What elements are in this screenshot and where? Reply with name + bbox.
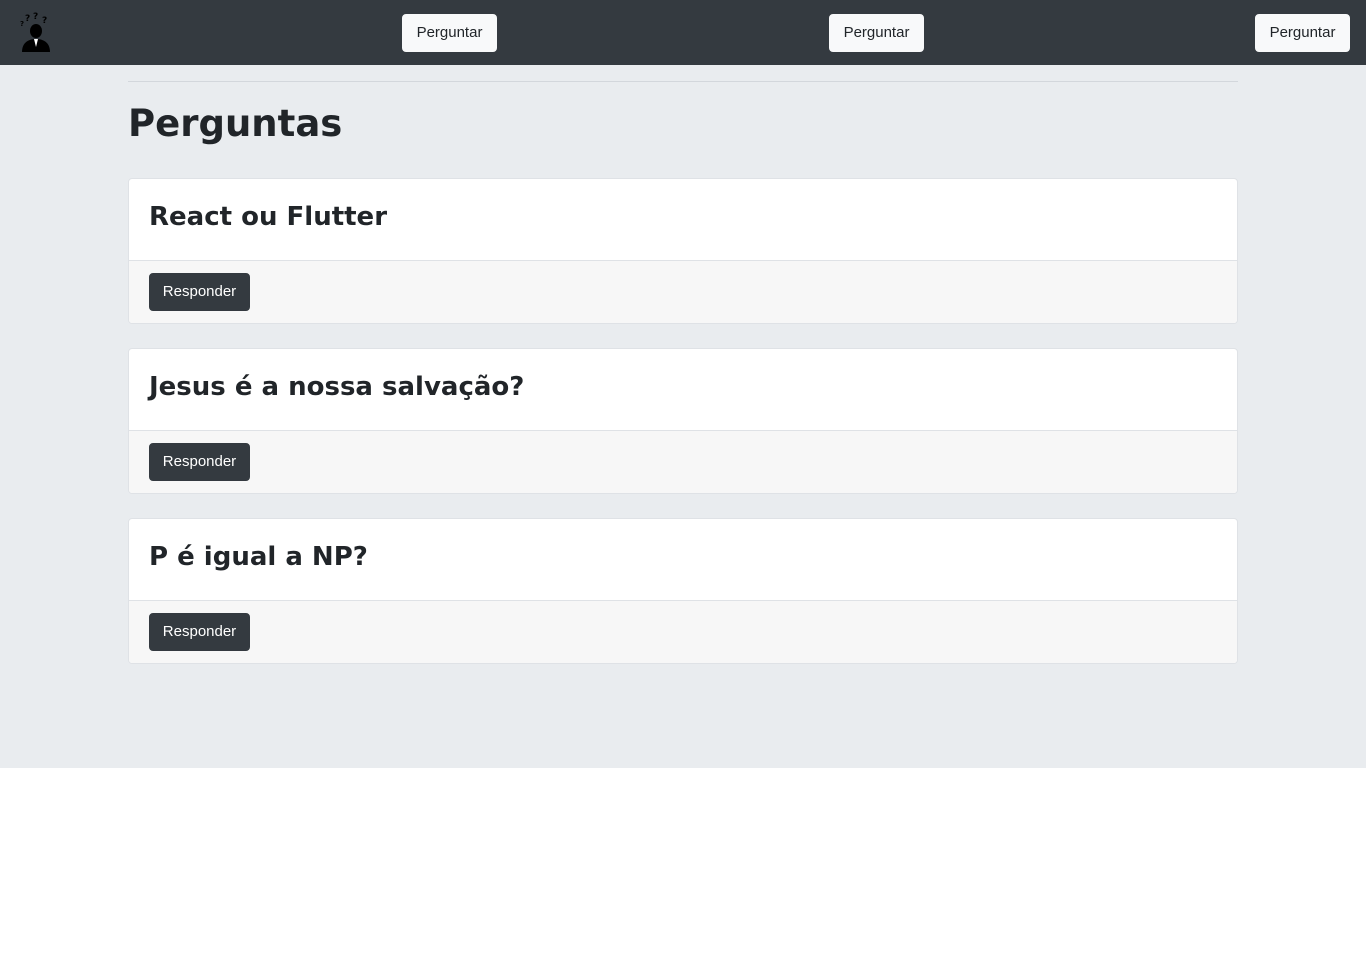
answer-button[interactable]: Responder: [149, 273, 250, 311]
svg-text:?: ?: [25, 14, 30, 24]
page-title: Perguntas: [128, 102, 343, 145]
question-card: Jesus é a nossa salvação? Responder: [128, 348, 1238, 494]
question-card-body: React ou Flutter: [129, 179, 1237, 260]
questions-section: Perguntas React ou Flutter Responder Jes…: [0, 65, 1366, 768]
answer-button[interactable]: Responder: [149, 613, 250, 651]
question-card: P é igual a NP? Responder: [128, 518, 1238, 664]
svg-text:?: ?: [42, 16, 47, 26]
question-card-body: P é igual a NP?: [129, 519, 1237, 600]
question-title: Jesus é a nossa salvação?: [149, 372, 525, 402]
question-card-footer: Responder: [129, 260, 1237, 323]
divider: [128, 81, 1238, 82]
svg-text:?: ?: [20, 20, 24, 28]
answer-button[interactable]: Responder: [149, 443, 250, 481]
question-card-footer: Responder: [129, 600, 1237, 663]
ask-button-2[interactable]: Perguntar: [829, 14, 924, 52]
navbar: ? ? ? ? Perguntar Perguntar Perguntar: [0, 0, 1366, 65]
ask-button-3[interactable]: Perguntar: [1255, 14, 1350, 52]
question-card-footer: Responder: [129, 430, 1237, 493]
question-title: React ou Flutter: [149, 202, 388, 232]
question-title: P é igual a NP?: [149, 542, 368, 572]
ask-button-1[interactable]: Perguntar: [402, 14, 497, 52]
question-card-body: Jesus é a nossa salvação?: [129, 349, 1237, 430]
question-card: React ou Flutter Responder: [128, 178, 1238, 324]
svg-text:?: ?: [33, 12, 38, 22]
thinking-person-icon: ? ? ? ?: [20, 12, 50, 52]
